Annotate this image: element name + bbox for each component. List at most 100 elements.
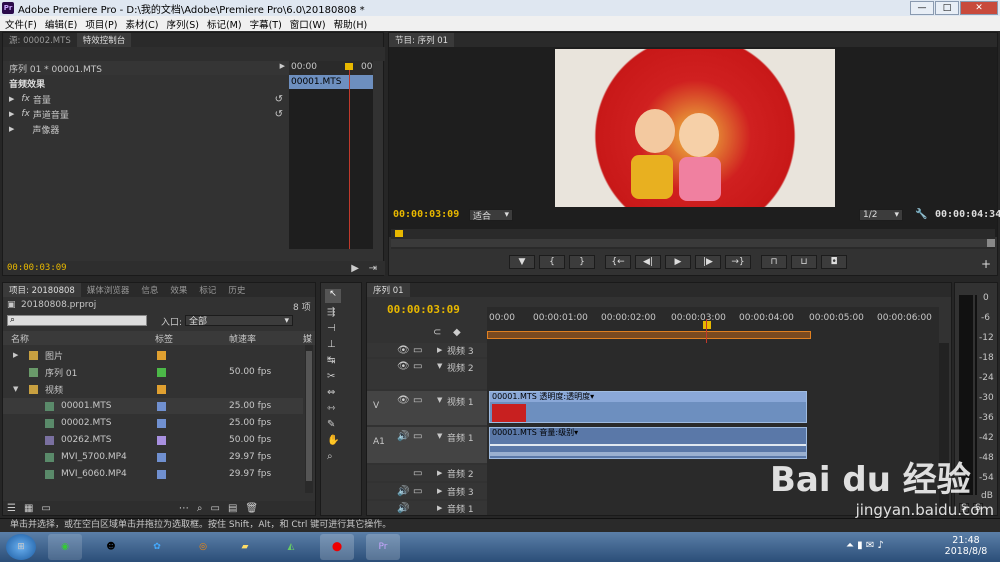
label-swatch[interactable] [157,452,166,462]
header-fps[interactable]: 帧速率 [229,332,256,345]
automate-icon[interactable]: ⋯ [179,503,189,514]
label-swatch[interactable] [157,469,166,479]
tab-effect-controls[interactable]: 特效控制台 [76,33,132,47]
effect-timecode[interactable]: 00:00:03:09 [7,263,67,273]
list-item[interactable]: MVI_6060.MP4 29.97 fps [3,466,303,482]
play-button[interactable]: ▶ [665,255,691,269]
step-forward-button[interactable]: |▶ [695,255,721,269]
minimize-button[interactable]: — [910,1,934,15]
mark-in-button[interactable]: { [539,255,565,269]
zoom-slider-icon[interactable]: ▭ [41,503,50,514]
explorer-icon[interactable]: ▰ [228,534,262,560]
track-header[interactable]: V 👁 ▭ ▼ 视频 1 [367,391,487,425]
tab-info[interactable]: 信息 [135,283,164,297]
media-app-icon[interactable]: ◭ [274,534,308,560]
solo-right-button[interactable]: S [973,503,983,513]
program-current-time[interactable]: 00:00:03:09 [393,209,459,220]
audio-clip[interactable]: 00001.MTS 音量:级别▾ [489,427,807,459]
track-header[interactable]: ▭ ▶ 音频 2 [367,465,487,481]
recorder-icon[interactable]: ⬤ [320,534,354,560]
label-swatch[interactable] [157,418,166,428]
search-input[interactable]: ⌕ [7,315,147,326]
zoom-tool-icon[interactable]: ⌕ [327,451,333,462]
go-to-out-button[interactable]: →} [725,255,751,269]
tab-sequence[interactable]: 序列 01 [367,283,410,297]
menu-title[interactable]: 字幕(T) [250,17,282,31]
firefox-icon[interactable]: ◎ [186,534,220,560]
timeline-timecode[interactable]: 00:00:03:09 [387,303,460,316]
track-select-tool-icon[interactable]: ⇶ [327,307,335,318]
browser-360-icon[interactable]: ◉ [48,534,82,560]
reset-icon[interactable]: ↺ [275,109,283,120]
camera-icon[interactable]: ◘ [821,255,847,269]
menu-window[interactable]: 窗口(W) [290,17,326,31]
effect-channel-volume[interactable]: 声道音量 [33,108,69,121]
play-only-icon[interactable]: ▶ [280,62,285,70]
list-item[interactable]: 00001.MTS 25.00 fps [3,398,303,414]
tab-project[interactable]: 项目: 20180808 [3,283,81,297]
trash-icon[interactable]: 🗑 [245,503,258,514]
clock[interactable]: 21:48 2018/8/8 [940,535,992,557]
label-swatch[interactable] [157,367,166,377]
track-header[interactable]: 👁 ▭ ▼ 视频 2 [367,359,487,389]
qq-icon[interactable]: ☻ [94,534,128,560]
menu-sequence[interactable]: 序列(S) [167,17,199,31]
add-marker-button[interactable]: ▼ [509,255,535,269]
tab-program[interactable]: 节目: 序列 01 [389,33,455,47]
snap-icon[interactable]: ⊂ [433,327,441,338]
label-swatch[interactable] [157,401,166,411]
header-media[interactable]: 媒 [303,332,312,345]
label-swatch[interactable] [157,435,166,445]
selection-tool-icon[interactable]: ↖ [325,289,341,303]
expand-arrow-icon[interactable]: ▶ [9,95,14,103]
pen-tool-icon[interactable]: ✎ [327,419,335,430]
program-scrubber[interactable] [391,229,995,249]
label-swatch[interactable] [157,350,166,360]
list-view-icon[interactable]: ☰ [7,503,16,514]
start-button[interactable]: ⊞ [6,534,36,560]
icon-view-icon[interactable]: ▦ [24,503,33,514]
menu-marker[interactable]: 标记(M) [207,17,242,31]
expand-arrow-icon[interactable]: ▶ [9,125,14,133]
set-marker-icon[interactable]: ◆ [453,327,461,338]
step-back-button[interactable]: ◀| [635,255,661,269]
tab-source[interactable]: 源: 00002.MTS [3,33,77,47]
new-bin-icon[interactable]: ▭ [210,503,219,514]
tab-media-browser[interactable]: 媒体浏览器 [81,283,136,297]
new-item-icon[interactable]: ▤ [228,503,237,514]
export-icon[interactable]: ⇥ [369,263,377,274]
time-ruler[interactable]: 00:00 00:00:01:00 00:00:02:00 00:00:03:0… [487,307,939,343]
track-header[interactable]: 🔊 ▶ 音频 1 [367,501,487,515]
entry-select[interactable]: 全部 ▾ [185,315,293,327]
effect-panner[interactable]: 声像器 [32,123,59,136]
premiere-taskbar-icon[interactable]: Pr [366,534,400,560]
list-item[interactable]: ▶ 图片 [3,347,303,363]
effect-volume[interactable]: 音量 [33,93,51,106]
close-button[interactable]: ✕ [960,1,998,15]
label-swatch[interactable] [157,384,166,394]
list-item[interactable]: MVI_5700.MP4 29.97 fps [3,449,303,465]
zoom-select[interactable]: 适合 ▾ [469,209,513,222]
slip-tool-icon[interactable]: ⇔ [327,387,335,398]
hand-tool-icon[interactable]: ✋ [327,435,339,446]
tab-markers[interactable]: 标记 [193,283,222,297]
list-scrollbar[interactable] [305,345,313,493]
resolution-select[interactable]: 1/2 ▾ [859,209,903,221]
track-header[interactable]: 👁 ▭ ▶ 视频 3 [367,343,487,357]
maximize-button[interactable]: □ [935,1,959,15]
timeline-scrollbar[interactable] [939,343,949,515]
media-player-icon[interactable]: ✿ [140,534,174,560]
playhead-icon[interactable] [703,321,711,329]
mark-out-button[interactable]: } [569,255,595,269]
tab-effects[interactable]: 效果 [164,283,193,297]
list-item[interactable]: 00262.MTS 50.00 fps [3,432,303,448]
track-area[interactable]: 00001.MTS 透明度:透明度▾ 00001.MTS 音量:级别▾ [487,343,939,515]
go-to-in-button[interactable]: {← [605,255,631,269]
add-button[interactable]: + [981,257,991,271]
find-icon[interactable]: ⌕ [197,503,203,514]
header-name[interactable]: 名称 [11,332,29,345]
work-area-bar[interactable] [487,331,811,339]
slide-tool-icon[interactable]: ⇿ [327,403,335,414]
list-item[interactable]: 序列 01 50.00 fps [3,364,303,380]
razor-tool-icon[interactable]: ✂ [327,371,335,382]
